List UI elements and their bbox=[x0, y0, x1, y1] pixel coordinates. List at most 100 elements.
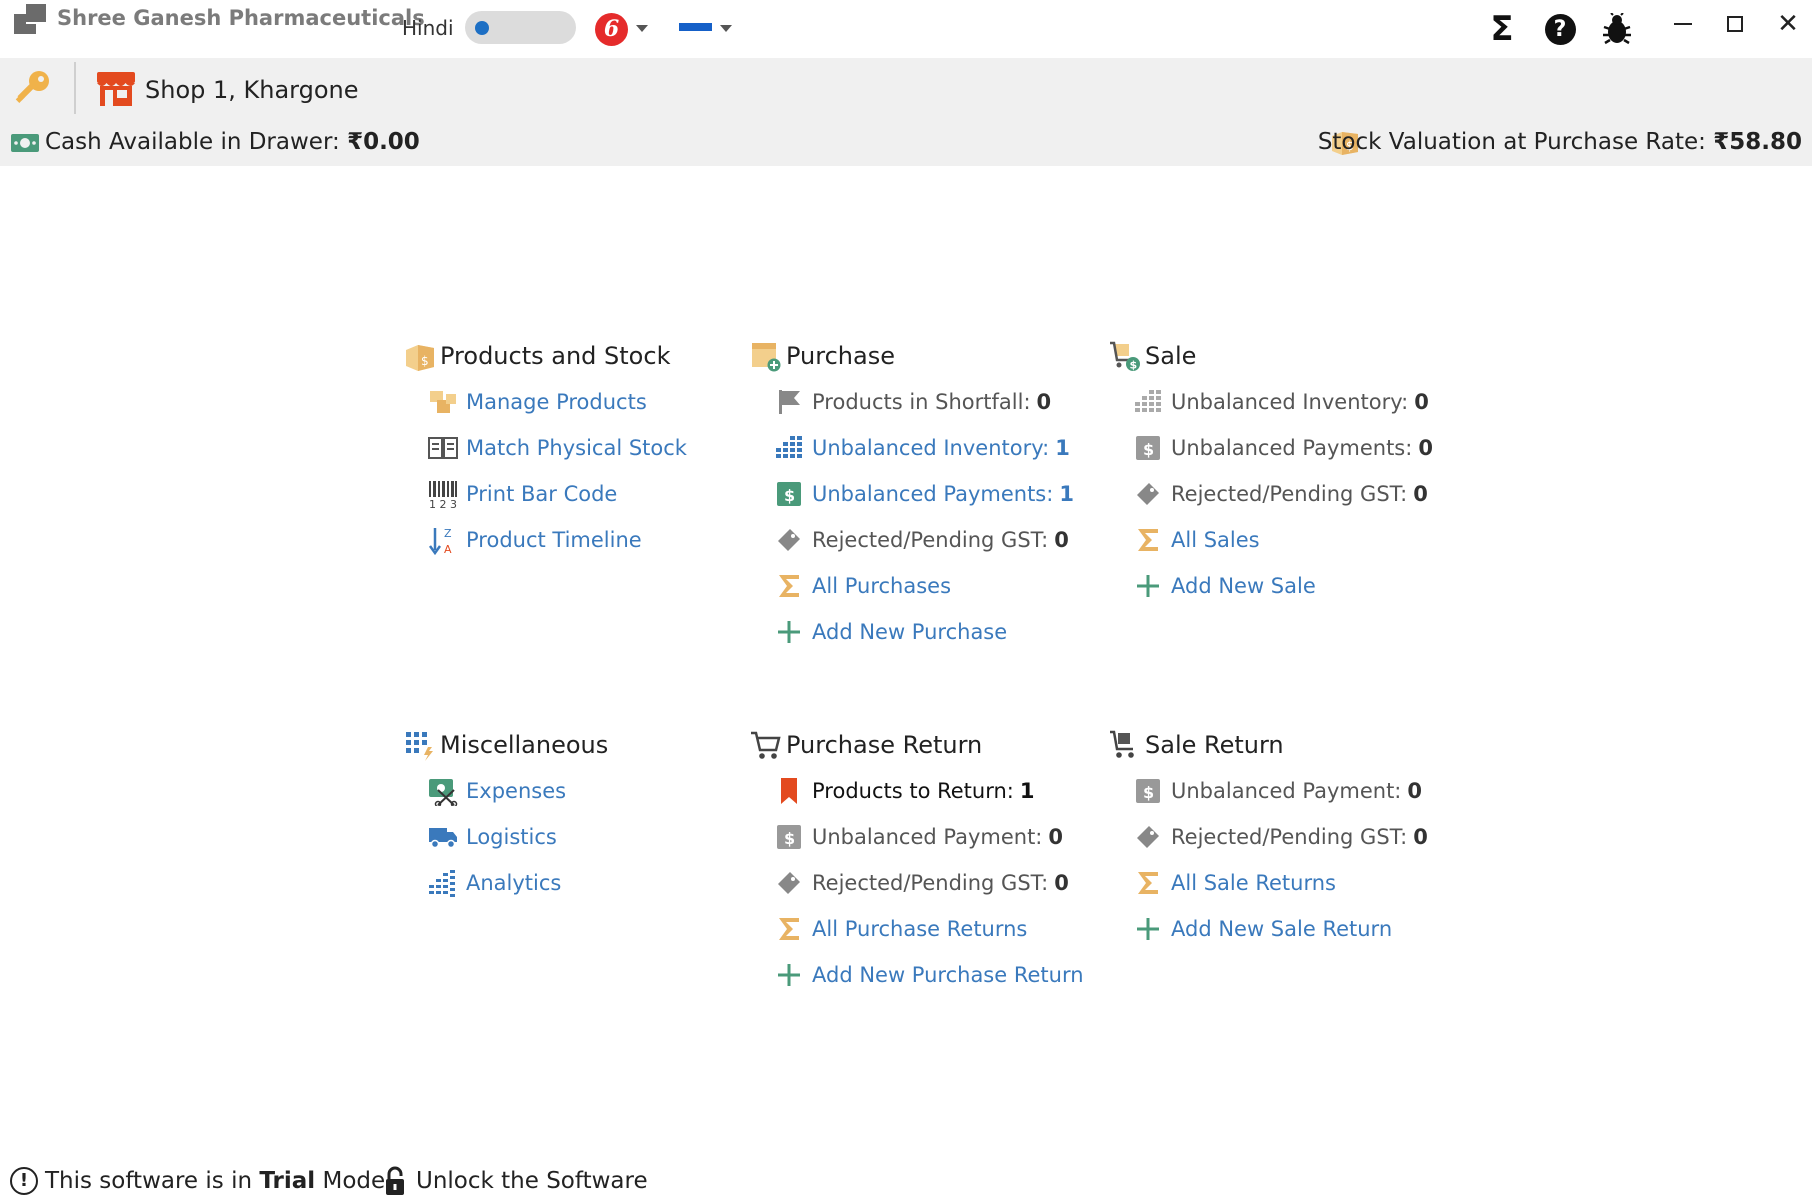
purchase-unbalanced-inventory[interactable]: Unbalanced Inventory: 1 bbox=[774, 433, 1070, 463]
bug-icon bbox=[1603, 13, 1631, 45]
sigma-icon bbox=[1133, 525, 1163, 555]
section-title: Sale bbox=[1145, 342, 1197, 370]
item-label: Product Timeline bbox=[466, 528, 642, 552]
cash-value: ₹0.00 bbox=[347, 129, 420, 155]
key-icon[interactable] bbox=[12, 68, 52, 108]
svg-text:$: $ bbox=[1130, 359, 1138, 372]
language-toggle[interactable] bbox=[465, 11, 576, 44]
svg-text:Z: Z bbox=[444, 527, 452, 540]
item-count: 0 bbox=[1418, 436, 1433, 460]
cash-label: Cash Available in Drawer: bbox=[45, 129, 340, 155]
all-sales-link[interactable]: All Sales bbox=[1133, 525, 1260, 555]
product-timeline-link[interactable]: ZA Product Timeline bbox=[428, 525, 642, 555]
sale-unbalanced-payments[interactable]: $ Unbalanced Payments: 0 bbox=[1133, 433, 1433, 463]
title-bar: Shree Ganesh Pharmaceuticals Hindi 6 Σ ?… bbox=[0, 0, 1812, 58]
stock-valuation: Stock Valuation at Purchase Rate: ₹58.80 bbox=[1318, 129, 1802, 155]
add-new-sale-link[interactable]: Add New Sale bbox=[1133, 571, 1316, 601]
sigma-icon bbox=[774, 571, 804, 601]
item-label: Products in Shortfall: bbox=[812, 390, 1031, 414]
all-purchases-link[interactable]: All Purchases bbox=[774, 571, 951, 601]
unlock-software-button[interactable]: Unlock the Software bbox=[384, 1164, 648, 1198]
summary-button[interactable]: Σ bbox=[1482, 9, 1522, 49]
maximize-button[interactable] bbox=[1713, 6, 1757, 42]
box-icon: $ bbox=[406, 345, 434, 371]
sale-icon: $ bbox=[1110, 341, 1140, 372]
section-header: Purchase bbox=[750, 338, 895, 374]
all-sale-returns-link[interactable]: All Sale Returns bbox=[1133, 868, 1336, 898]
bug-report-button[interactable] bbox=[1597, 9, 1637, 49]
theme-color-icon[interactable] bbox=[679, 20, 712, 36]
section-title: Miscellaneous bbox=[440, 731, 609, 759]
all-purchase-returns-link[interactable]: All Purchase Returns bbox=[774, 914, 1027, 944]
app-title: Shree Ganesh Pharmaceuticals bbox=[57, 6, 425, 30]
item-count: 1 bbox=[1019, 779, 1035, 803]
add-new-purchase-return-link[interactable]: Add New Purchase Return bbox=[774, 960, 1084, 990]
item-count: 0 bbox=[1048, 825, 1063, 849]
minimize-icon bbox=[1674, 23, 1692, 25]
sigma-icon bbox=[1133, 868, 1163, 898]
trial-prefix: This software is in bbox=[45, 1168, 253, 1194]
expenses-link[interactable]: Expenses bbox=[428, 776, 566, 806]
apps-icon bbox=[406, 732, 433, 761]
bookmark-icon bbox=[774, 776, 804, 806]
section-sale-return: Sale Return $ Unbalanced Payment: 0 Reje… bbox=[1109, 727, 1439, 967]
match-physical-stock-link[interactable]: Match Physical Stock bbox=[428, 433, 687, 463]
section-header: $ Sale bbox=[1109, 338, 1196, 374]
chevron-down-icon[interactable] bbox=[720, 25, 732, 32]
chevron-down-icon[interactable] bbox=[636, 25, 648, 32]
logistics-link[interactable]: Logistics bbox=[428, 822, 557, 852]
item-label: Unbalanced Inventory: bbox=[812, 436, 1050, 460]
section-products-and-stock: $ Products and Stock Manage Products Mat… bbox=[404, 338, 704, 578]
svg-text:$: $ bbox=[1143, 783, 1154, 802]
section-title: Products and Stock bbox=[440, 342, 671, 370]
section-title: Purchase bbox=[786, 342, 895, 370]
item-label: Unbalanced Payments: bbox=[812, 482, 1054, 506]
trial-text: This software is in Trial Mode bbox=[45, 1168, 385, 1194]
purchase-return-rejected-pending-gst[interactable]: Rejected/Pending GST: 0 bbox=[774, 868, 1069, 898]
item-count: 0 bbox=[1054, 528, 1069, 552]
brand-selector-icon[interactable]: 6 bbox=[595, 13, 628, 46]
item-label: Products to Return: bbox=[812, 779, 1014, 803]
item-count: 0 bbox=[1054, 871, 1069, 895]
stock-value: ₹58.80 bbox=[1713, 129, 1802, 155]
svg-text:1 2 3: 1 2 3 bbox=[429, 498, 457, 508]
help-icon: ? bbox=[1544, 13, 1576, 45]
book-icon bbox=[428, 433, 458, 463]
sale-unbalanced-inventory[interactable]: Unbalanced Inventory: 0 bbox=[1133, 387, 1429, 417]
dollar-icon: $ bbox=[1133, 776, 1163, 806]
item-label: Add New Purchase Return bbox=[812, 963, 1084, 987]
item-count: 1 bbox=[1055, 436, 1070, 460]
help-button[interactable]: ? bbox=[1540, 9, 1580, 49]
analytics-link[interactable]: Analytics bbox=[428, 868, 561, 898]
item-label: Unbalanced Payment: bbox=[1171, 779, 1402, 803]
item-label: Rejected/Pending GST: bbox=[1171, 825, 1408, 849]
app-logo-icon bbox=[14, 4, 46, 34]
section-header: Miscellaneous bbox=[404, 727, 608, 763]
cash-available: Cash Available in Drawer: ₹0.00 bbox=[45, 129, 420, 155]
print-bar-code-link[interactable]: 1 2 3 Print Bar Code bbox=[428, 479, 617, 509]
item-label: Unbalanced Inventory: bbox=[1171, 390, 1409, 414]
minimize-button[interactable] bbox=[1661, 6, 1705, 42]
add-new-sale-return-link[interactable]: Add New Sale Return bbox=[1133, 914, 1392, 944]
section-header: Sale Return bbox=[1109, 727, 1284, 763]
purchase-return-unbalanced-payment[interactable]: $ Unbalanced Payment: 0 bbox=[774, 822, 1063, 852]
tag-icon bbox=[1133, 479, 1163, 509]
close-button[interactable]: ✕ bbox=[1766, 6, 1810, 42]
purchase-unbalanced-payments[interactable]: $ Unbalanced Payments: 1 bbox=[774, 479, 1074, 509]
purchase-products-in-shortfall[interactable]: Products in Shortfall: 0 bbox=[774, 387, 1051, 417]
item-label: Rejected/Pending GST: bbox=[812, 871, 1049, 895]
plus-icon bbox=[774, 960, 804, 990]
sale-return-unbalanced-payment[interactable]: $ Unbalanced Payment: 0 bbox=[1133, 776, 1422, 806]
dollar-icon: $ bbox=[1133, 433, 1163, 463]
dollar-icon: $ bbox=[774, 822, 804, 852]
purchase-rejected-pending-gst[interactable]: Rejected/Pending GST: 0 bbox=[774, 525, 1069, 555]
sale-return-rejected-pending-gst[interactable]: Rejected/Pending GST: 0 bbox=[1133, 822, 1428, 852]
item-label: Add New Purchase bbox=[812, 620, 1008, 644]
add-new-purchase-link[interactable]: Add New Purchase bbox=[774, 617, 1007, 647]
inventory-icon bbox=[774, 433, 804, 463]
sale-rejected-pending-gst[interactable]: Rejected/Pending GST: 0 bbox=[1133, 479, 1428, 509]
manage-products-link[interactable]: Manage Products bbox=[428, 387, 647, 417]
products-to-return[interactable]: Products to Return: 1 bbox=[774, 776, 1035, 806]
shop-icon[interactable] bbox=[95, 70, 137, 108]
shop-name[interactable]: Shop 1, Khargone bbox=[145, 76, 359, 104]
